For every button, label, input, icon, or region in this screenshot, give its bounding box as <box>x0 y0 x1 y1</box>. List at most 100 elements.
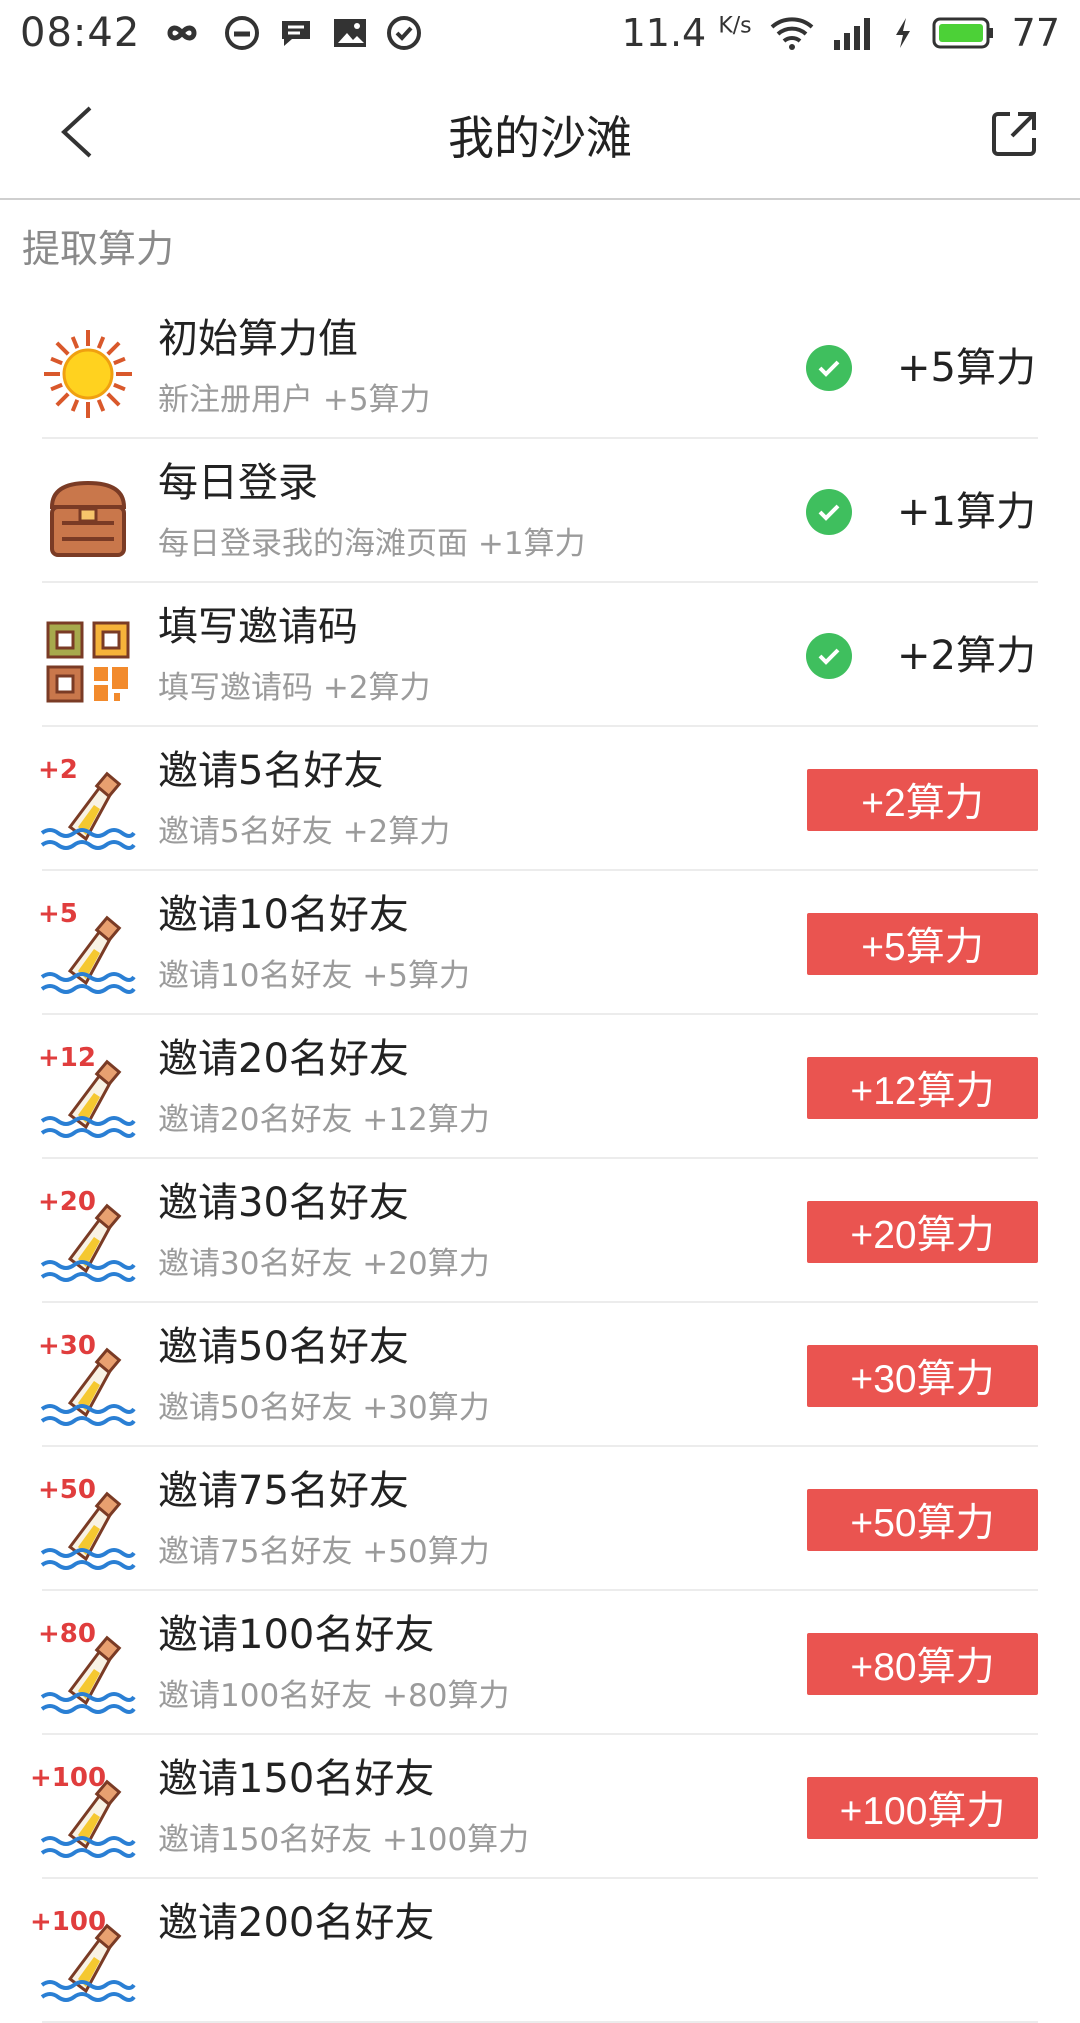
list-item: +5 邀请10名好友邀请10名好友 +5算力 +5算力 <box>0 871 1080 1015</box>
item-title: 邀请100名好友 <box>158 1612 435 1658</box>
item-texts: 邀请20名好友邀请20名好友 +12算力 <box>158 1031 490 1145</box>
item-title: 邀请75名好友 <box>158 1468 409 1514</box>
item-description: 邀请5名好友 +2算力 <box>158 814 451 850</box>
item-title: 邀请5名好友 <box>158 748 384 794</box>
bottle-icon: +100 <box>30 1907 136 2003</box>
list-item: +50 邀请75名好友邀请75名好友 +50算力 +50算力 <box>0 1447 1080 1591</box>
bottle-icon: +2 <box>38 755 136 851</box>
bonus-badge: +100 <box>30 1763 107 1793</box>
item-description: 邀请100名好友 +80算力 <box>158 1678 510 1714</box>
item-title: 初始算力值 <box>158 316 358 362</box>
bottle-icon: +5 <box>38 899 136 995</box>
reward-list: 初始算力值 新注册用户 +5算力 +5算力 每日登录 每日登录我的海滩页面 +1算力 +1… <box>0 295 1080 2023</box>
treasure-chest-icon <box>40 473 136 563</box>
claim-button[interactable]: +20算力 <box>807 1201 1038 1263</box>
check-icon <box>806 633 852 679</box>
claim-button[interactable]: +50算力 <box>807 1489 1038 1551</box>
network-speed: 11.4 K/s <box>621 11 752 55</box>
item-texts: 邀请75名好友邀请75名好友 +50算力 <box>158 1463 490 1577</box>
item-title: 每日登录 <box>158 460 318 506</box>
list-item: +30 邀请50名好友邀请50名好友 +30算力 +30算力 <box>0 1303 1080 1447</box>
list-item: 每日登录每日登录我的海滩页面 +1算力 +1算力 <box>0 439 1080 583</box>
item-texts: 每日登录每日登录我的海滩页面 +1算力 <box>158 455 586 569</box>
item-description: 邀请10名好友 +5算力 <box>158 958 470 994</box>
app-bar: 我的沙滩 <box>0 66 1080 200</box>
share-icon <box>992 112 1036 156</box>
bonus-badge: +20 <box>38 1187 96 1217</box>
item-texts: 填写邀请码填写邀请码 +2算力 <box>158 599 431 713</box>
battery-level: 77 <box>1011 11 1060 55</box>
charging-icon <box>892 16 914 50</box>
item-title: 邀请150名好友 <box>158 1756 435 1802</box>
reward-value: +5算力 <box>897 345 1036 391</box>
item-texts: 邀请30名好友邀请30名好友 +20算力 <box>158 1175 490 1289</box>
bottle-icon: +80 <box>38 1619 136 1715</box>
item-texts: 邀请5名好友邀请5名好友 +2算力 <box>158 743 450 857</box>
check-icon <box>806 489 852 535</box>
item-texts: 邀请200名好友 <box>158 1895 434 1951</box>
item-title: 邀请50名好友 <box>158 1324 409 1370</box>
bottle-icon: +30 <box>38 1331 136 1427</box>
claim-button[interactable]: +30算力 <box>807 1345 1038 1407</box>
list-item: +100 邀请200名好友 <box>0 1879 1080 2023</box>
item-texts: 邀请100名好友邀请100名好友 +80算力 <box>158 1607 509 1721</box>
reward-value: +2算力 <box>897 633 1036 679</box>
bottle-icon: +100 <box>30 1763 136 1859</box>
claim-button[interactable]: +12算力 <box>807 1057 1038 1119</box>
claim-button[interactable]: +100算力 <box>807 1777 1038 1839</box>
section-title: 提取算力 <box>22 227 175 271</box>
check-icon <box>806 345 852 391</box>
list-item: +20 邀请30名好友邀请30名好友 +20算力 +20算力 <box>0 1159 1080 1303</box>
list-item: +12 邀请20名好友 邀请20名好友 +12算力 +12算力 <box>0 1015 1080 1159</box>
claim-button[interactable]: +2算力 <box>807 769 1038 831</box>
item-title: 邀请10名好友 <box>158 892 409 938</box>
status-bar: 08:42 11.4 K/s 77 <box>0 0 1080 66</box>
bonus-badge: +100 <box>30 1907 107 1937</box>
list-item: 初始算力值新注册用户 +5算力 +5算力 <box>0 295 1080 439</box>
bottle-icon: +12 <box>38 1043 136 1139</box>
infinity-icon <box>158 19 206 47</box>
item-texts: 邀请50名好友邀请50名好友 +30算力 <box>158 1319 490 1433</box>
bonus-badge: +5 <box>38 899 78 929</box>
battery-icon <box>932 16 994 50</box>
item-description: 邀请150名好友 +100算力 <box>158 1822 530 1858</box>
check-circle-icon <box>386 15 422 51</box>
item-title: 邀请30名好友 <box>158 1180 409 1226</box>
item-description: 邀请75名好友 +50算力 <box>158 1534 490 1570</box>
bonus-badge: +50 <box>38 1475 96 1505</box>
page-title: 我的沙滩 <box>448 111 632 165</box>
bottle-icon: +50 <box>38 1475 136 1571</box>
item-title: 邀请20名好友 <box>158 1036 409 1082</box>
wifi-icon <box>770 15 814 51</box>
signal-icon <box>832 16 874 50</box>
message-icon <box>278 15 314 51</box>
item-description: 邀请30名好友 +20算力 <box>158 1246 490 1282</box>
list-item: +80 邀请100名好友邀请100名好友 +80算力 +80算力 <box>0 1591 1080 1735</box>
item-title: 邀请200名好友 <box>158 1900 435 1946</box>
sun-icon <box>40 329 136 419</box>
reward-value: +1算力 <box>897 489 1036 535</box>
item-texts: 初始算力值新注册用户 +5算力 <box>158 311 431 425</box>
list-item: +100 邀请150名好友邀请150名好友 +100算力 +100算力 <box>0 1735 1080 1879</box>
item-description: 填写邀请码 +2算力 <box>158 670 431 706</box>
item-texts: 邀请150名好友邀请150名好友 +100算力 <box>158 1751 529 1865</box>
bonus-badge: +2 <box>38 755 78 785</box>
item-description: 每日登录我的海滩页面 +1算力 <box>158 526 586 562</box>
item-description: 邀请50名好友 +30算力 <box>158 1390 490 1426</box>
list-item: 填写邀请码填写邀请码 +2算力 +2算力 <box>0 583 1080 727</box>
bonus-badge: +80 <box>38 1619 96 1649</box>
item-title: 填写邀请码 <box>158 604 358 650</box>
item-description: 邀请20名好友 +12算力 <box>158 1102 490 1138</box>
share-button[interactable] <box>988 108 1040 160</box>
qr-code-icon <box>40 617 136 707</box>
bottle-icon: +20 <box>38 1187 136 1283</box>
face-icon <box>224 15 260 51</box>
item-texts: 邀请10名好友邀请10名好友 +5算力 <box>158 887 470 1001</box>
bonus-badge: +30 <box>38 1331 96 1361</box>
image-icon <box>332 17 368 49</box>
claim-button[interactable]: +80算力 <box>807 1633 1038 1695</box>
list-item: +2 邀请5名好友邀请5名好友 +2算力 +2算力 <box>0 727 1080 871</box>
item-description: 新注册用户 +5算力 <box>158 382 431 418</box>
clock: 08:42 <box>20 10 141 56</box>
claim-button[interactable]: +5算力 <box>807 913 1038 975</box>
